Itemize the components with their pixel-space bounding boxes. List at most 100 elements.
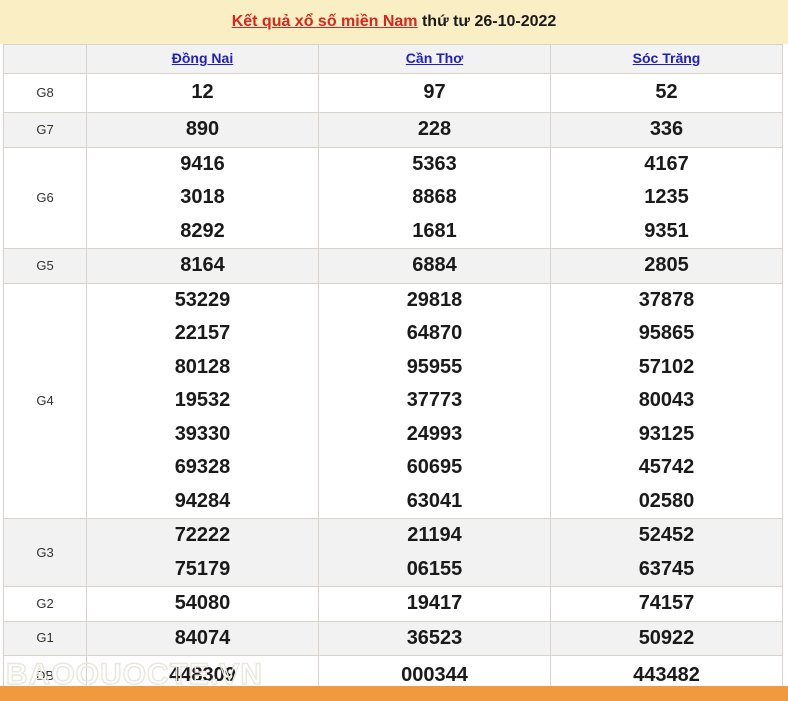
lottery-number: 63745 xyxy=(638,557,695,580)
prize-row-g4: G4 53229 22157 80128 19532 39330 69328 94284 298… xyxy=(3,282,783,519)
prize-row-g8: G8 12 97 52 xyxy=(3,73,783,113)
lottery-number: 8868 xyxy=(412,186,457,208)
lottery-number: 1681 xyxy=(412,219,457,242)
number-list: 72222 75179 xyxy=(87,519,318,586)
lottery-number: 06155 xyxy=(406,557,463,580)
table-header-row: Đồng Nai Cần Thơ Sóc Trăng xyxy=(3,44,783,74)
number-list: 8164 xyxy=(87,249,318,283)
lottery-number: 95955 xyxy=(406,355,463,378)
prize-label-g4: G4 xyxy=(3,282,87,519)
number-list: 74157 xyxy=(551,587,782,621)
number-list: 890 xyxy=(87,113,318,147)
lottery-number: 1235 xyxy=(644,186,689,208)
page-title-date: thứ tư 26-10-2022 xyxy=(421,13,557,30)
prize-label-g1: G1 xyxy=(3,620,87,656)
number-list: 52 xyxy=(551,76,782,110)
prize-cell-g7-col2: 336 xyxy=(550,112,783,148)
table-body: G8 12 97 52 G7 890 228 336 G6 9416 3018 8292 5363 886… xyxy=(3,73,783,697)
lottery-number: 9416 xyxy=(180,152,225,175)
number-list: 97 xyxy=(319,76,550,110)
lottery-number: 52452 xyxy=(638,524,695,546)
lottery-number: 22157 xyxy=(174,322,231,344)
lottery-number: 3018 xyxy=(180,186,225,208)
number-list: 50922 xyxy=(551,622,782,656)
prize-cell-g5-col0: 8164 xyxy=(86,248,319,284)
lottery-number: 21194 xyxy=(407,524,462,546)
number-list: 2805 xyxy=(551,249,782,283)
prize-cell-g1-col2: 50922 xyxy=(550,620,783,656)
lottery-number: 94284 xyxy=(174,489,231,512)
number-list: 336 xyxy=(551,113,782,147)
prize-label-g7: G7 xyxy=(3,112,87,148)
province-header-1: Cần Thơ xyxy=(318,44,551,74)
number-list: 52452 63745 xyxy=(551,519,782,586)
lottery-results-table: Đồng Nai Cần Thơ Sóc Trăng G8 12 97 52 G7 890… xyxy=(3,44,783,697)
prize-label-text: G5 xyxy=(36,257,54,273)
prize-label-g8: G8 xyxy=(3,73,87,113)
province-header-0: Đồng Nai xyxy=(86,44,319,74)
lottery-number: 37773 xyxy=(406,389,463,411)
province-link-dong-nai[interactable]: Đồng Nai xyxy=(172,50,233,66)
lottery-number: 53229 xyxy=(174,288,231,311)
lottery-number: 6884 xyxy=(412,254,457,276)
lottery-number: 336 xyxy=(649,118,684,140)
province-link-soc-trang[interactable]: Sóc Trăng xyxy=(633,50,701,66)
province-link-can-tho[interactable]: Cần Thơ xyxy=(406,50,463,66)
prize-label-text: G6 xyxy=(36,189,54,205)
prize-cell-g6-col2: 4167 1235 9351 xyxy=(550,146,783,249)
lottery-number: 54080 xyxy=(174,592,231,614)
prize-label-text: G2 xyxy=(36,595,54,611)
prize-cell-g4-col0: 53229 22157 80128 19532 39330 69328 94284 xyxy=(86,282,319,519)
prize-cell-g3-col1: 21194 06155 xyxy=(318,518,551,587)
prize-cell-g2-col1: 19417 xyxy=(318,586,551,622)
prize-cell-g7-col0: 890 xyxy=(86,112,319,148)
prize-cell-g2-col2: 74157 xyxy=(550,586,783,622)
prize-label-g3: G3 xyxy=(3,518,87,587)
lottery-number: 2805 xyxy=(644,254,689,276)
prize-cell-g1-col1: 36523 xyxy=(318,620,551,656)
lottery-number: 60695 xyxy=(406,456,463,478)
lottery-number: 64870 xyxy=(406,322,463,344)
prize-label-text: G7 xyxy=(36,121,54,137)
lottery-number: 9351 xyxy=(644,219,689,242)
prize-cell-g6-col1: 5363 8868 1681 xyxy=(318,146,551,249)
prize-row-g2: G2 54080 19417 74157 xyxy=(3,586,783,622)
lottery-number: 4167 xyxy=(644,152,689,175)
number-list: 84074 xyxy=(87,622,318,656)
lottery-number: 72222 xyxy=(174,524,231,546)
results-table-container: Đồng Nai Cần Thơ Sóc Trăng G8 12 97 52 G7 890… xyxy=(0,44,788,697)
lottery-number: 19532 xyxy=(174,389,231,411)
prize-cell-g3-col2: 52452 63745 xyxy=(550,518,783,587)
prize-label-g2: G2 xyxy=(3,586,87,622)
lottery-number: 80043 xyxy=(638,389,695,411)
prize-cell-g2-col0: 54080 xyxy=(86,586,319,622)
lottery-number: 02580 xyxy=(638,489,695,512)
prize-cell-g4-col2: 37878 95865 57102 80043 93125 45742 02580 xyxy=(550,282,783,519)
lottery-number: 5363 xyxy=(412,152,457,175)
lottery-number: 29818 xyxy=(406,288,463,311)
prize-label-text: G8 xyxy=(36,85,54,100)
prize-label-text: G4 xyxy=(36,392,54,408)
footer-accent-bar xyxy=(0,686,788,701)
lottery-number: 93125 xyxy=(638,422,695,445)
lottery-number: 52 xyxy=(655,81,678,104)
prize-cell-g8-col2: 52 xyxy=(550,73,783,113)
lottery-number: 97 xyxy=(423,81,446,104)
lottery-number: 84074 xyxy=(174,626,231,649)
number-list: 36523 xyxy=(319,622,550,656)
number-list: 29818 64870 95955 37773 24993 60695 63041 xyxy=(319,284,550,519)
lottery-number: 69328 xyxy=(174,456,231,478)
prize-cell-g7-col1: 228 xyxy=(318,112,551,148)
prize-label-text: G1 xyxy=(36,630,54,646)
lottery-number: 37878 xyxy=(638,288,695,311)
lottery-number: 63041 xyxy=(406,489,463,512)
prize-label-g6: G6 xyxy=(3,146,87,249)
prize-cell-g5-col2: 2805 xyxy=(550,248,783,284)
prize-cell-g5-col1: 6884 xyxy=(318,248,551,284)
lottery-number: 50922 xyxy=(638,626,695,649)
number-list: 21194 06155 xyxy=(319,519,550,586)
prize-cell-g3-col0: 72222 75179 xyxy=(86,518,319,587)
prize-cell-g8-col0: 12 xyxy=(86,73,319,113)
number-list: 37878 95865 57102 80043 93125 45742 02580 xyxy=(551,284,782,519)
lottery-number: 57102 xyxy=(638,355,695,378)
